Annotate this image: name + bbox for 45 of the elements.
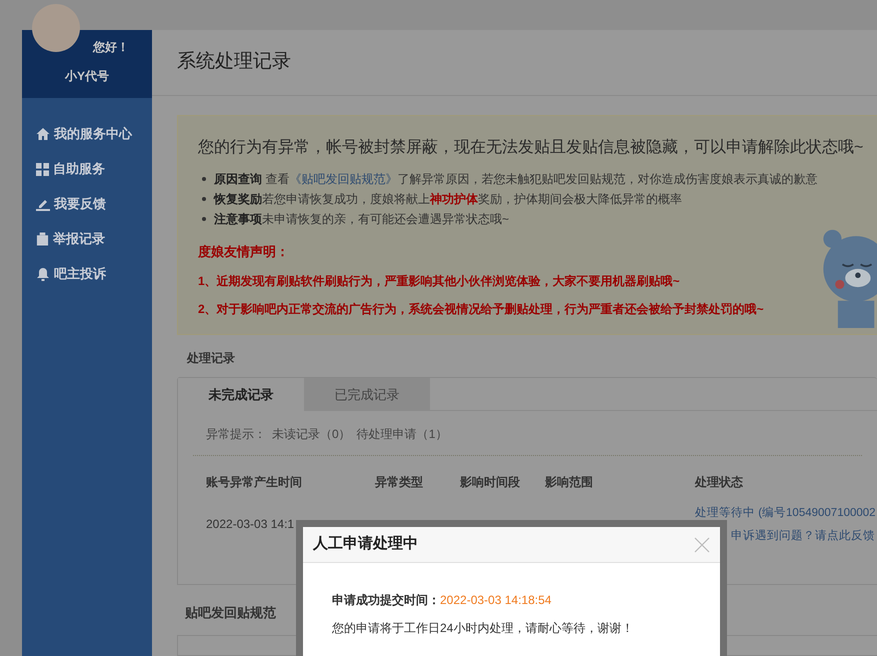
nav-item[interactable]: 我的服务中心: [36, 123, 152, 145]
dialog-title: 人工申请处理中: [313, 534, 418, 554]
unread-link[interactable]: 未读记录（0）: [272, 425, 351, 443]
statement-line: 2、对于影响吧内正常交流的广告行为，系统会视情况给予删贴处理，行为严重者还会被给予封禁处罚的哦~: [198, 300, 765, 318]
section-title: 贴吧发回贴规范: [185, 604, 277, 622]
rules-link[interactable]: 《贴吧发回贴规范》: [289, 172, 398, 186]
tab[interactable]: 未完成记录: [178, 378, 304, 411]
bullet-icon: [202, 177, 206, 181]
column-header: 异常类型: [375, 474, 423, 491]
submitted-time: 2022-03-03 14:18:54: [440, 592, 552, 609]
notice-headline: 您的行为有异常，帐号被封禁屏蔽，现在无法发贴且发贴信息被隐藏，可以申请解除此状态哦~: [198, 138, 864, 158]
column-header: 账号异常产生时间: [206, 474, 302, 491]
bullet-icon: [202, 217, 206, 221]
username: 小Y代号: [64, 68, 110, 85]
nav-item[interactable]: 举报记录: [36, 228, 152, 250]
page-title: 系统处理记录: [177, 50, 291, 74]
submitted-label: 申请成功提交时间：: [332, 592, 440, 609]
avatar: [32, 4, 80, 52]
section-title: 处理记录: [187, 350, 236, 367]
notice-item: 恢复奖励若您申请恢复成功，度娘将献上神功护体奖励，护体期间会极大降低异常的概率: [202, 190, 877, 208]
pencil-icon: [36, 197, 50, 211]
grid-icon: [36, 162, 49, 176]
home-icon: [36, 127, 50, 141]
pending-link[interactable]: 待处理申请（1）: [356, 425, 448, 443]
statement-line: 1、近期发现有刷贴软件刷贴行为，严重影响其他小伙伴浏览体验，大家不要用机器刷贴哦~: [198, 272, 681, 290]
feedback-link[interactable]: 申诉遇到问题？请点此反馈: [731, 528, 875, 546]
close-button[interactable]: [694, 536, 710, 552]
column-header: 影响范围: [545, 474, 593, 491]
tab[interactable]: 已完成记录: [304, 378, 430, 411]
nav-item[interactable]: 吧主投诉: [36, 263, 152, 285]
summary-label: 异常提示：: [206, 426, 266, 443]
status-link[interactable]: 处理等待中 (编号10549007100002: [695, 505, 876, 522]
nav-item[interactable]: 我要反馈: [36, 193, 152, 215]
statement-title: 度娘友情声明：: [198, 243, 290, 261]
column-header: 处理状态: [695, 474, 743, 491]
table-cell-text: 2022-03-03 14:1: [206, 516, 294, 533]
notice-item: 注意事项未申请恢复的亲，有可能还会遭遇异常状态哦~: [202, 210, 877, 228]
bell-icon: [36, 267, 50, 281]
nav-item[interactable]: 自助服务: [36, 158, 152, 180]
bullet-icon: [202, 197, 206, 201]
column-header: 影响时间段: [460, 474, 520, 491]
dialog-message: 您的申请将于工作日24小时内处理，请耐心等待，谢谢！: [332, 620, 634, 637]
greeting: 您好！: [93, 39, 129, 56]
notice-item: 原因查询 查看《贴吧发回贴规范》了解异常原因，若您未触犯贴吧发回贴规范，对你造成伤害度娘表示真诚的歉意: [202, 170, 877, 188]
clipboard-icon: [36, 232, 49, 246]
